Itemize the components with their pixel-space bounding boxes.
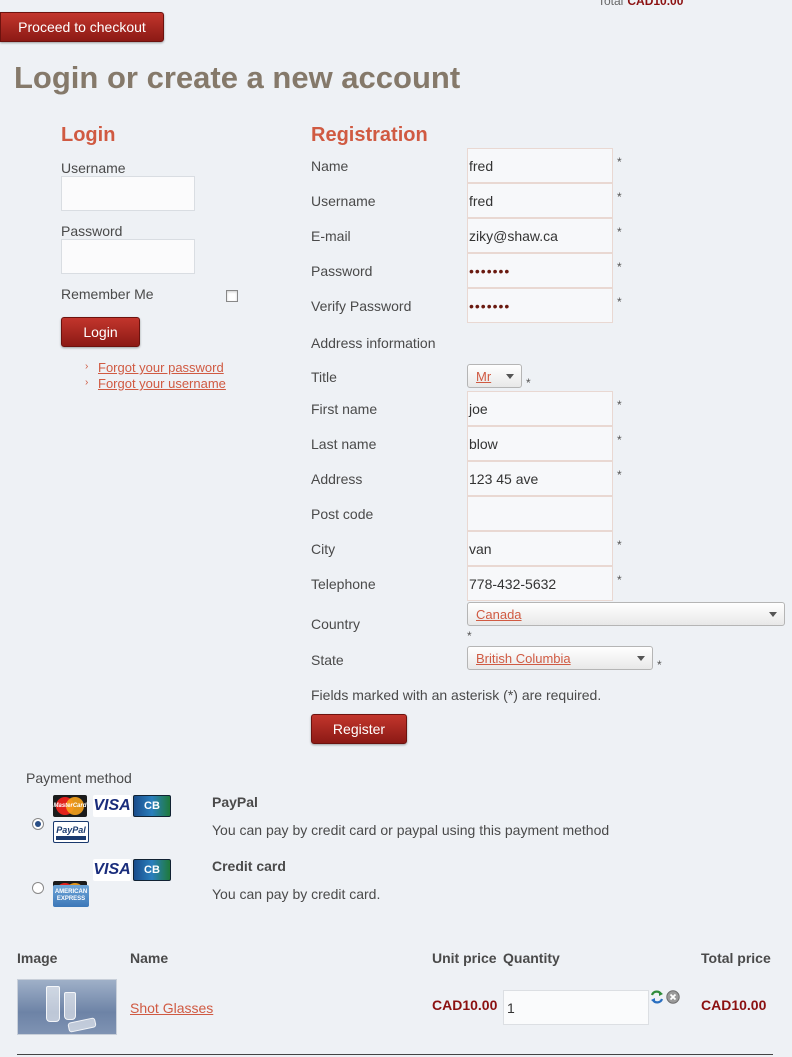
required-asterisk: * [617, 155, 622, 169]
page-title: Login or create a new account [14, 60, 461, 95]
visa-icon: VISA [93, 859, 131, 881]
bullet-icon: › [85, 361, 89, 372]
reg-city-input[interactable]: van [467, 531, 613, 566]
credit-card-radio[interactable] [32, 882, 44, 894]
chevron-down-icon [637, 655, 645, 661]
required-asterisk: * [617, 468, 622, 482]
reg-email-label: E-mail [311, 228, 351, 244]
reg-username-input[interactable]: fred [467, 183, 613, 218]
required-asterisk: * [617, 295, 622, 309]
payment-method-description: You can pay by credit card or paypal usi… [212, 822, 610, 838]
mastercard-icon: MasterCard [53, 795, 87, 817]
required-fields-note: Fields marked with an asterisk (*) are r… [311, 687, 602, 703]
cb-card-icon: CB [133, 859, 171, 881]
chevron-down-icon [769, 611, 777, 617]
required-asterisk: * [617, 260, 622, 274]
login-button[interactable]: Login [61, 317, 140, 347]
reg-title-label: Title [311, 369, 337, 385]
product-name-link[interactable]: Shot Glasses [130, 1000, 213, 1016]
remember-me-label: Remember Me [61, 286, 154, 302]
state-select-value: British Columbia [476, 650, 571, 666]
reg-post-code-label: Post code [311, 506, 374, 522]
unit-price: CAD10.00 [432, 997, 498, 1013]
reg-name-label: Name [311, 158, 349, 174]
login-username-label: Username [61, 160, 126, 176]
required-asterisk: * [526, 376, 531, 390]
payment-method-title: PayPal [212, 794, 258, 810]
table-divider [17, 1054, 773, 1055]
address-info-heading: Address information [311, 335, 436, 351]
reg-username-label: Username [311, 193, 376, 209]
country-select[interactable]: Canada [467, 602, 785, 626]
reg-last-name-label: Last name [311, 436, 377, 452]
reg-telephone-label: Telephone [311, 576, 376, 592]
reg-telephone-input[interactable]: 778-432-5632 [467, 566, 613, 601]
login-password-label: Password [61, 223, 123, 239]
visa-icon: VISA [93, 795, 131, 817]
paypal-icon: PayPal [53, 821, 89, 843]
reg-email-input[interactable]: ziky@shaw.ca [467, 218, 613, 253]
registration-heading: Registration [311, 124, 428, 146]
reg-password-input[interactable]: ••••••• [467, 253, 613, 288]
payment-method-description: You can pay by credit card. [212, 886, 381, 902]
required-asterisk: * [617, 433, 622, 447]
remove-icon[interactable] [666, 990, 680, 1004]
col-header-image: Image [17, 950, 58, 966]
reg-address-input[interactable]: 123 45 ave [467, 461, 613, 496]
required-asterisk: * [617, 538, 622, 552]
remember-me-checkbox[interactable] [226, 290, 238, 302]
proceed-to-checkout-button[interactable]: Proceed to checkout [0, 12, 164, 42]
title-select-value: Mr [476, 368, 492, 384]
reg-address-label: Address [311, 471, 363, 487]
required-asterisk: * [467, 629, 472, 643]
login-heading: Login [61, 124, 116, 146]
forgot-password-link[interactable]: Forgot your password [98, 360, 224, 375]
total-price: CAD10.00 [701, 997, 767, 1013]
amex-icon: AMERICAN EXPRESS [53, 885, 89, 907]
product-thumbnail[interactable] [17, 979, 117, 1035]
reg-password-label: Password [311, 263, 373, 279]
quantity-input[interactable]: 1 [503, 990, 649, 1025]
cart-total-top: Total CAD10.00 [598, 0, 683, 8]
col-header-total-price: Total price [701, 950, 771, 966]
reg-country-label: Country [311, 616, 361, 632]
required-asterisk: * [617, 573, 622, 587]
login-password-input[interactable] [61, 239, 195, 274]
title-select[interactable]: Mr [467, 364, 522, 388]
refresh-icon[interactable] [650, 990, 664, 1004]
col-header-unit-price: Unit price [432, 950, 497, 966]
col-header-name: Name [130, 950, 169, 966]
reg-last-name-input[interactable]: blow [467, 426, 613, 461]
chevron-down-icon [506, 373, 514, 379]
login-username-input[interactable] [61, 176, 195, 211]
reg-first-name-input[interactable]: joe [467, 391, 613, 426]
reg-first-name-label: First name [311, 401, 378, 417]
col-header-quantity: Quantity [503, 950, 560, 966]
register-button[interactable]: Register [311, 714, 407, 744]
total-label: Total [598, 0, 624, 8]
reg-verify-password-label: Verify Password [311, 298, 412, 314]
required-asterisk: * [617, 398, 622, 412]
reg-state-label: State [311, 652, 344, 668]
reg-city-label: City [311, 541, 336, 557]
reg-post-code-input[interactable] [467, 496, 613, 531]
paypal-radio[interactable] [32, 818, 44, 830]
required-asterisk: * [617, 225, 622, 239]
reg-verify-password-input[interactable]: ••••••• [467, 288, 613, 323]
payment-method-title: Credit card [212, 858, 286, 874]
forgot-username-link[interactable]: Forgot your username [98, 376, 226, 391]
total-value: CAD10.00 [627, 0, 684, 8]
cb-card-icon: CB [133, 795, 171, 817]
bullet-icon: › [85, 377, 89, 388]
required-asterisk: * [657, 658, 662, 672]
reg-name-input[interactable]: fred [467, 148, 613, 183]
country-select-value: Canada [476, 606, 522, 622]
payment-method-heading: Payment method [26, 770, 132, 786]
required-asterisk: * [617, 190, 622, 204]
state-select[interactable]: British Columbia [467, 646, 653, 670]
